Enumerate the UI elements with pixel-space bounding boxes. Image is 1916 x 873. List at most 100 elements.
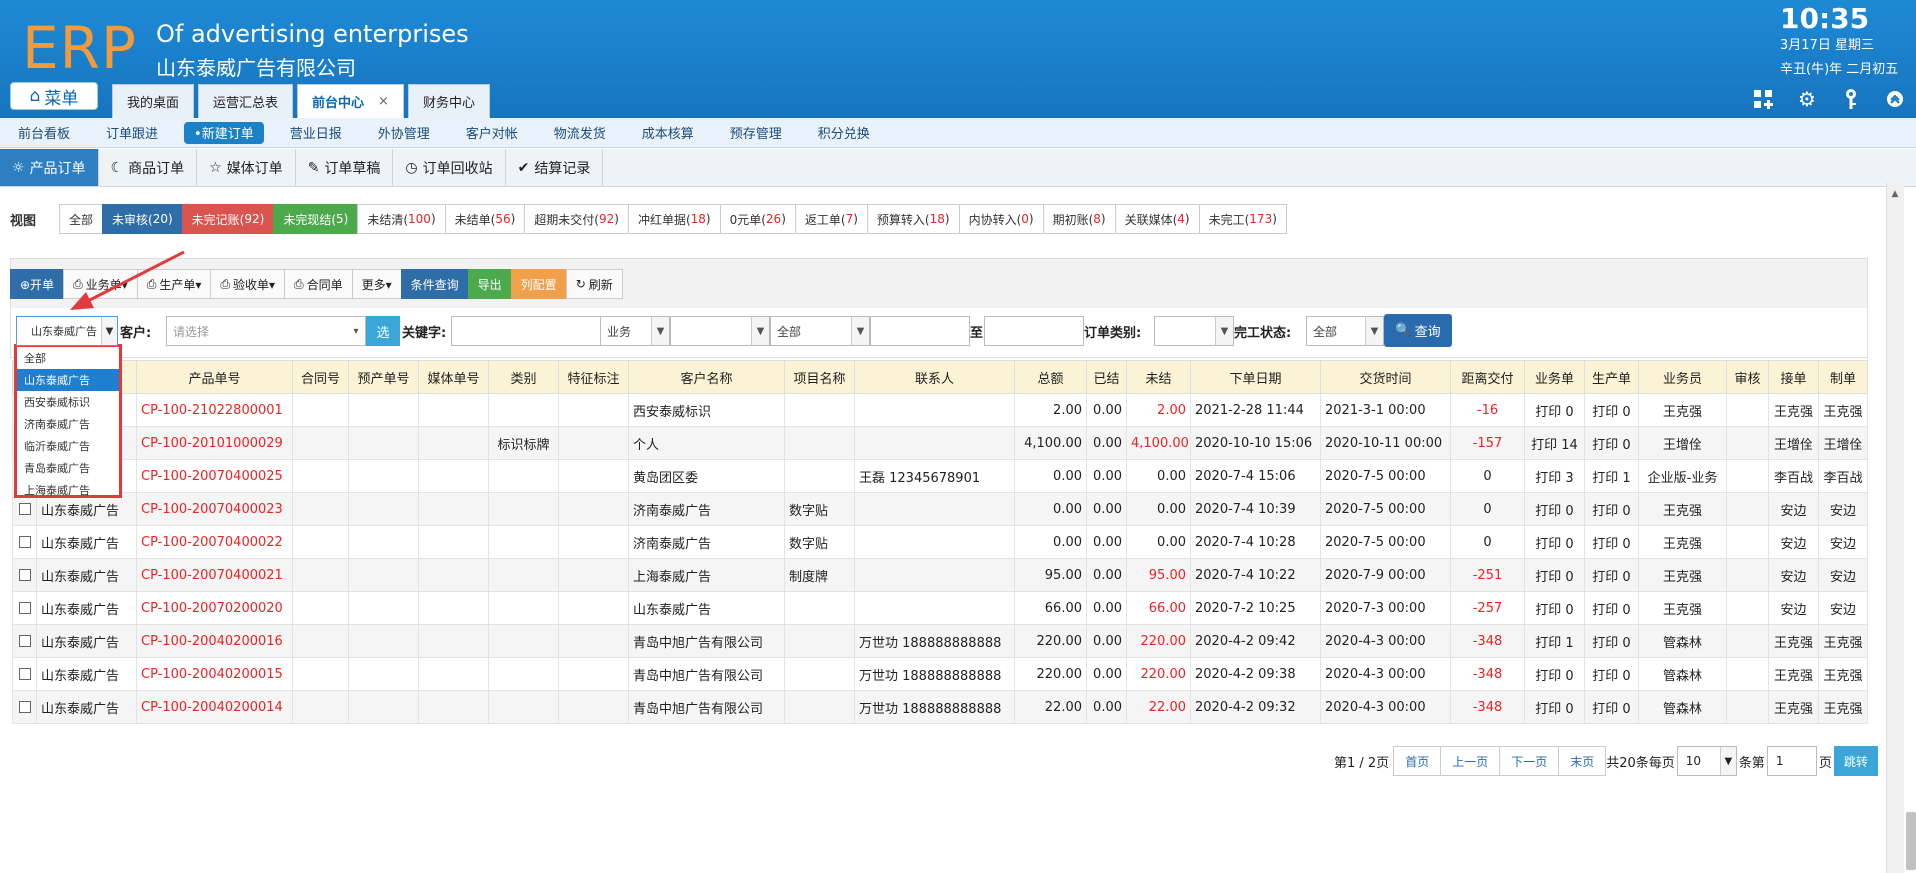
row-checkbox[interactable] <box>18 569 31 581</box>
table-row[interactable]: 山东泰威广告 CP-100-20070400023 济南泰威广告 数字贴 0.00 0.0… <box>12 492 1868 526</box>
order-type-tab-2[interactable]: ☆ 媒体订单 <box>197 149 296 186</box>
cell-prod[interactable]: 打印 1 <box>1584 459 1639 493</box>
table-row[interactable]: 山东泰威广告 CP-100-20070200020 山东泰威广告 66.00 0.00 6… <box>12 591 1868 625</box>
view-filter-13[interactable]: 关联媒体(4) <box>1114 204 1200 234</box>
vertical-scrollbar[interactable] <box>1886 183 1904 873</box>
company-option-4[interactable]: 临沂泰威广告 <box>17 435 119 457</box>
cell-prod[interactable]: 打印 0 <box>1584 525 1639 559</box>
cell-no[interactable]: CP-100-20070400023 <box>136 492 293 526</box>
row-checkbox[interactable] <box>18 701 31 713</box>
view-filter-2[interactable]: 未完记账(92) <box>181 204 275 234</box>
company-option-3[interactable]: 济南泰威广告 <box>17 413 119 435</box>
order-type-select[interactable]: ▼ <box>1154 316 1234 346</box>
collapse-icon[interactable] <box>1884 88 1906 110</box>
order-type-tab-3[interactable]: ✎ 订单草稿 <box>296 149 394 186</box>
table-row[interactable]: 山东泰威广告 CP-100-20070400022 济南泰威广告 数字贴 0.00 0.0… <box>12 525 1868 559</box>
cell-biz[interactable]: 打印 0 <box>1524 558 1585 592</box>
query-button[interactable]: 🔍 查询 <box>1384 314 1452 347</box>
column-header-19[interactable]: 业务员 <box>1638 360 1727 394</box>
cell-no[interactable]: CP-100-20101000029 <box>136 426 293 460</box>
close-icon[interactable]: × <box>378 94 389 109</box>
cell-biz[interactable]: 打印 0 <box>1524 657 1585 691</box>
customer-pick-button[interactable]: 选 <box>366 316 400 346</box>
column-header-21[interactable]: 接单 <box>1768 360 1819 394</box>
cell-biz[interactable]: 打印 14 <box>1524 426 1585 460</box>
module-nav-item-1[interactable]: 订单跟进 <box>88 122 176 144</box>
column-header-2[interactable]: 产品单号 <box>136 360 293 394</box>
order-type-tab-0[interactable]: ☼ 产品订单 <box>0 149 99 186</box>
view-filter-1[interactable]: 未审核(20) <box>102 204 183 234</box>
apps-icon[interactable] <box>1752 88 1774 110</box>
column-header-7[interactable]: 特征标注 <box>558 360 629 394</box>
column-header-17[interactable]: 业务单 <box>1524 360 1585 394</box>
column-header-8[interactable]: 客户名称 <box>628 360 785 394</box>
toolbar-button-6[interactable]: 条件查询 <box>400 269 469 299</box>
toolbar-button-4[interactable]: ⎙ 合同单 <box>283 269 353 299</box>
column-header-6[interactable]: 类别 <box>488 360 559 394</box>
next-page-button[interactable]: 下一页 <box>1499 746 1560 776</box>
cell-no[interactable]: CP-100-20070400025 <box>136 459 293 493</box>
table-row[interactable]: 山东泰威广告 CP-100-20040200015 青岛中旭广告有限公司 万世功 18… <box>12 657 1868 691</box>
gear-icon[interactable]: ⚙ <box>1796 87 1818 111</box>
module-nav-item-5[interactable]: 客户对帐 <box>448 122 536 144</box>
column-header-16[interactable]: 距离交付 <box>1450 360 1525 394</box>
toolbar-button-0[interactable]: ⊕开单 <box>10 269 65 299</box>
cell-no[interactable]: CP-100-20070400021 <box>136 558 293 592</box>
row-checkbox[interactable] <box>18 602 31 614</box>
cell-prod[interactable]: 打印 0 <box>1584 591 1639 625</box>
jump-button[interactable]: 跳转 <box>1833 746 1878 776</box>
date-to-input[interactable] <box>984 316 1084 346</box>
view-filter-3[interactable]: 未完现结(5) <box>273 204 359 234</box>
column-header-20[interactable]: 审核 <box>1726 360 1769 394</box>
row-checkbox[interactable] <box>18 668 31 680</box>
cell-biz[interactable]: 打印 0 <box>1524 525 1585 559</box>
top-tab-2[interactable]: 前台中心 × <box>297 84 404 118</box>
first-page-button[interactable]: 首页 <box>1393 746 1442 776</box>
module-nav-item-3[interactable]: 营业日报 <box>272 122 360 144</box>
cell-prod[interactable]: 打印 0 <box>1584 558 1639 592</box>
cell-biz[interactable]: 打印 0 <box>1524 492 1585 526</box>
company-option-1[interactable]: 山东泰威广告 <box>17 369 119 391</box>
column-header-9[interactable]: 项目名称 <box>784 360 855 394</box>
finish-status-select[interactable]: 全部 ▼ <box>1306 316 1384 346</box>
view-filter-4[interactable]: 未结清(100) <box>357 204 446 234</box>
table-row[interactable]: CP-100-21022800001 西安泰威标识 2.00 0.00 2.00 2021… <box>12 393 1868 427</box>
table-row[interactable]: 山东泰威广告 CP-100-20070400021 上海泰威广告 制度牌 95.00 0.… <box>12 558 1868 592</box>
cell-no[interactable]: CP-100-20070200020 <box>136 591 293 625</box>
search-type-select[interactable]: 业务 ▼ <box>600 316 670 346</box>
company-option-0[interactable]: 全部 <box>17 347 119 369</box>
cell-biz[interactable]: 打印 3 <box>1524 459 1585 493</box>
column-header-5[interactable]: 媒体单号 <box>418 360 489 394</box>
column-header-4[interactable]: 预产单号 <box>348 360 419 394</box>
toolbar-button-3[interactable]: ⎙ 验收单▾ <box>210 269 285 299</box>
column-header-3[interactable]: 合同号 <box>292 360 349 394</box>
top-tab-1[interactable]: 运营汇总表 <box>198 84 294 118</box>
module-nav-item-0[interactable]: 前台看板 <box>0 122 88 144</box>
cell-prod[interactable]: 打印 0 <box>1584 657 1639 691</box>
cell-no[interactable]: CP-100-20070400022 <box>136 525 293 559</box>
module-nav-item-8[interactable]: 预存管理 <box>712 122 800 144</box>
table-row[interactable]: 山东泰威广告 CP-100-20040200016 青岛中旭广告有限公司 万世功 18… <box>12 624 1868 658</box>
date-range-select[interactable]: 全部 ▼ <box>770 316 870 346</box>
cell-no[interactable]: CP-100-21022800001 <box>136 393 293 427</box>
module-nav-item-9[interactable]: 积分兑换 <box>800 122 888 144</box>
module-nav-item-6[interactable]: 物流发货 <box>536 122 624 144</box>
page-size-select[interactable]: 10 ▼ <box>1676 746 1737 776</box>
cell-prod[interactable]: 打印 0 <box>1584 426 1639 460</box>
cell-prod[interactable]: 打印 0 <box>1584 393 1639 427</box>
cell-no[interactable]: CP-100-20040200015 <box>136 657 293 691</box>
view-filter-10[interactable]: 预算转入(18) <box>866 204 960 234</box>
top-tab-3[interactable]: 财务中心 <box>407 84 490 118</box>
column-header-11[interactable]: 总额 <box>1014 360 1087 394</box>
module-nav-item-4[interactable]: 外协管理 <box>360 122 448 144</box>
menu-button[interactable]: ⌂ 菜单 <box>10 82 98 110</box>
order-type-tab-4[interactable]: ◷ 订单回收站 <box>393 149 506 186</box>
last-page-button[interactable]: 末页 <box>1558 746 1607 776</box>
cell-prod[interactable]: 打印 0 <box>1584 624 1639 658</box>
toolbar-button-7[interactable]: 导出 <box>467 269 512 299</box>
column-header-12[interactable]: 已结 <box>1086 360 1127 394</box>
company-option-2[interactable]: 西安泰威标识 <box>17 391 119 413</box>
view-filter-5[interactable]: 未结单(56) <box>444 204 526 234</box>
order-type-tab-5[interactable]: ✔ 结算记录 <box>506 149 604 186</box>
view-filter-8[interactable]: 0元单(26) <box>719 204 796 234</box>
